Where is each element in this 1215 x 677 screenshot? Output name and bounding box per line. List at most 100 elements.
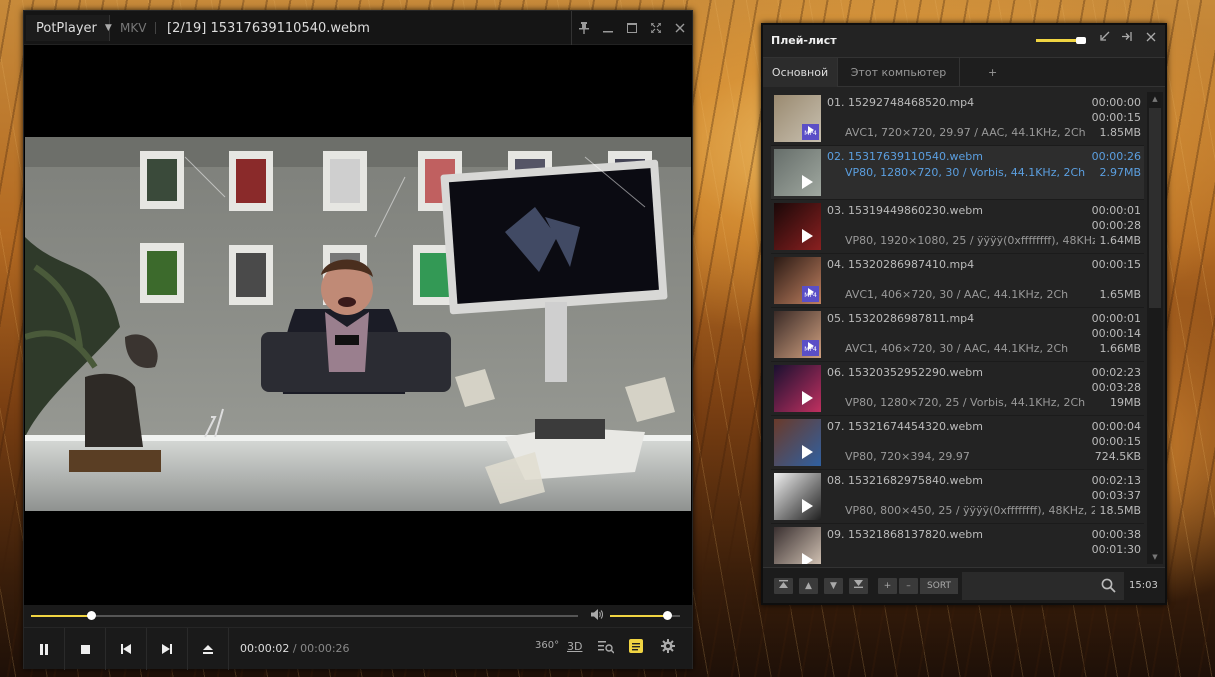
playlist-item[interactable]: 02. 15317639110540.webm 00:00:26 VP80, 128…: [771, 146, 1144, 200]
playlist-item[interactable]: 07. 15321674454320.webm 00:00:04 00:00:15 V…: [771, 416, 1144, 470]
item-thumbnail: МР4: [774, 95, 821, 142]
video-search-icon[interactable]: [598, 640, 615, 657]
item-size: 1.66MB: [1099, 342, 1141, 355]
item-size: 1.85MB: [1099, 126, 1141, 139]
item-size: 724.5KB: [1094, 450, 1141, 463]
playlist-search-input[interactable]: [962, 572, 1124, 600]
add-item-button[interactable]: +: [878, 578, 897, 594]
playlist-item[interactable]: 09. 15321868137820.webm 00:00:38 00:01:30: [771, 524, 1144, 564]
playlist-toggle-icon[interactable]: [629, 639, 643, 656]
playlist-close-icon[interactable]: [1141, 31, 1161, 51]
play-icon: [802, 445, 813, 459]
item-codec-info: VP80, 800×450, 25 / ÿÿÿÿ(0xffffffff), 48…: [845, 504, 1095, 517]
item-size: 1.65MB: [1099, 288, 1141, 301]
item-thumbnail: МР4: [774, 311, 821, 358]
play-icon: [802, 175, 813, 189]
item-name: 06. 15320352952290.webm: [827, 366, 983, 379]
seek-handle[interactable]: [87, 611, 97, 620]
maximize-icon[interactable]: [620, 11, 644, 45]
playlist-scrollbar[interactable]: ▲ ▼: [1147, 92, 1163, 564]
item-codec-info: VP80, 1280×720, 25 / Vorbis, 44.1KHz, 2C…: [845, 396, 1086, 409]
time-display: 00:00:02 / 00:00:26: [240, 642, 350, 655]
item-codec-info: VP80, 1920×1080, 25 / ÿÿÿÿ(0xffffffff), …: [845, 234, 1095, 247]
previous-button[interactable]: [106, 628, 147, 670]
settings-gear-icon[interactable]: [661, 639, 675, 656]
item-thumbnail: [774, 473, 821, 520]
next-button[interactable]: [147, 628, 188, 670]
item-codec-info: AVC1, 406×720, 30 / AAC, 44.1KHz, 2Ch: [845, 342, 1069, 355]
playlist-item[interactable]: МР4 01. 15292748468520.mp4 00:00:00 00:00:1…: [771, 92, 1144, 146]
playlist-item[interactable]: МР4 04. 15320286987410.mp4 00:00:15 AVC1, 4…: [771, 254, 1144, 308]
item-position: 00:00:00: [1091, 96, 1141, 109]
remove-item-button[interactable]: –: [899, 578, 918, 594]
pin-icon[interactable]: [572, 11, 596, 45]
item-name: 01. 15292748468520.mp4: [827, 96, 975, 109]
mp4-badge-icon: МР4: [802, 340, 819, 356]
add-tab-button[interactable]: +: [960, 58, 1026, 87]
minimize-icon[interactable]: [596, 11, 620, 45]
search-icon[interactable]: [1101, 578, 1116, 597]
seek-track[interactable]: [31, 611, 578, 620]
move-top-button[interactable]: [774, 578, 793, 594]
move-down-button[interactable]: ▼: [824, 578, 843, 594]
item-position: 00:02:13: [1091, 474, 1141, 487]
item-duration: 00:03:28: [1091, 381, 1141, 394]
vr-360-button[interactable]: 360°: [535, 640, 559, 651]
video-frame[interactable]: [25, 137, 691, 511]
eject-button[interactable]: [188, 628, 229, 670]
playlist-item[interactable]: 06. 15320352952290.webm 00:02:23 00:03:28 V…: [771, 362, 1144, 416]
seek-bar[interactable]: [24, 605, 692, 627]
item-thumbnail: [774, 149, 821, 196]
move-up-button[interactable]: ▲: [799, 578, 818, 594]
playlist-item[interactable]: 03. 15319449860230.webm 00:00:01 00:00:28 V…: [771, 200, 1144, 254]
item-duration: 00:00:15: [1091, 435, 1141, 448]
title-divider: [155, 22, 156, 34]
player-window: PotPlayer ▼ MKV [2/19] 15317639110540.we…: [23, 10, 693, 670]
speaker-icon[interactable]: [591, 609, 603, 623]
close-icon[interactable]: [668, 11, 692, 45]
item-size: 1.64MB: [1099, 234, 1141, 247]
dock-icon[interactable]: [1117, 31, 1137, 51]
playlist-opacity-handle[interactable]: [1076, 37, 1086, 44]
playlist-title: Плей-лист: [771, 34, 837, 47]
3d-button[interactable]: 3D: [567, 640, 582, 653]
item-duration: 00:01:30: [1091, 543, 1141, 556]
shrink-icon[interactable]: [1094, 31, 1114, 51]
tab-main[interactable]: Основной: [763, 58, 838, 87]
item-size: 19MB: [1109, 396, 1141, 409]
app-menu-button[interactable]: PotPlayer ▼: [26, 15, 112, 41]
item-position: 00:00:15: [1091, 258, 1141, 271]
item-position: 00:00:38: [1091, 528, 1141, 541]
video-title: [2/19] 15317639110540.webm: [167, 21, 370, 36]
player-titlebar[interactable]: PotPlayer ▼ MKV [2/19] 15317639110540.we…: [24, 11, 692, 45]
item-thumbnail: [774, 365, 821, 412]
sort-button[interactable]: SORT: [920, 578, 958, 594]
tab-this-computer[interactable]: Этот компьютер: [838, 58, 960, 87]
format-label: MKV: [120, 21, 147, 35]
playlist-tabs: Основной Этот компьютер +: [763, 57, 1165, 87]
window-buttons: [571, 11, 692, 45]
scroll-down-icon[interactable]: ▼: [1149, 550, 1161, 564]
item-duration: 00:03:37: [1091, 489, 1141, 502]
item-position: 00:00:26: [1091, 150, 1141, 163]
playlist-item[interactable]: 08. 15321682975840.webm 00:02:13 00:03:37 V…: [771, 470, 1144, 524]
scroll-up-icon[interactable]: ▲: [1149, 92, 1161, 106]
pause-button[interactable]: [24, 628, 65, 670]
playlist-toolbar: ▲ ▼ + – SORT 15:03: [763, 567, 1165, 603]
volume-handle[interactable]: [663, 611, 673, 620]
volume-slider[interactable]: [610, 611, 680, 620]
move-bottom-button[interactable]: [849, 578, 868, 594]
time-current: 00:00:02: [240, 642, 290, 655]
item-codec-info: AVC1, 720×720, 29.97 / AAC, 44.1KHz, 2Ch: [845, 126, 1086, 139]
chevron-down-icon: ▼: [104, 23, 112, 33]
play-icon: [802, 391, 813, 405]
playlist-items: МР4 01. 15292748468520.mp4 00:00:00 00:00:1…: [771, 92, 1144, 564]
fullscreen-icon[interactable]: [644, 11, 668, 45]
item-size: 2.97MB: [1099, 166, 1141, 179]
scroll-thumb[interactable]: [1149, 108, 1161, 308]
playlist-opacity-slider[interactable]: [1036, 37, 1086, 44]
item-position: 00:00:04: [1091, 420, 1141, 433]
stop-button[interactable]: [65, 628, 106, 670]
playlist-item[interactable]: МР4 05. 15320286987811.mp4 00:00:01 00:00:1…: [771, 308, 1144, 362]
item-position: 00:02:23: [1091, 366, 1141, 379]
